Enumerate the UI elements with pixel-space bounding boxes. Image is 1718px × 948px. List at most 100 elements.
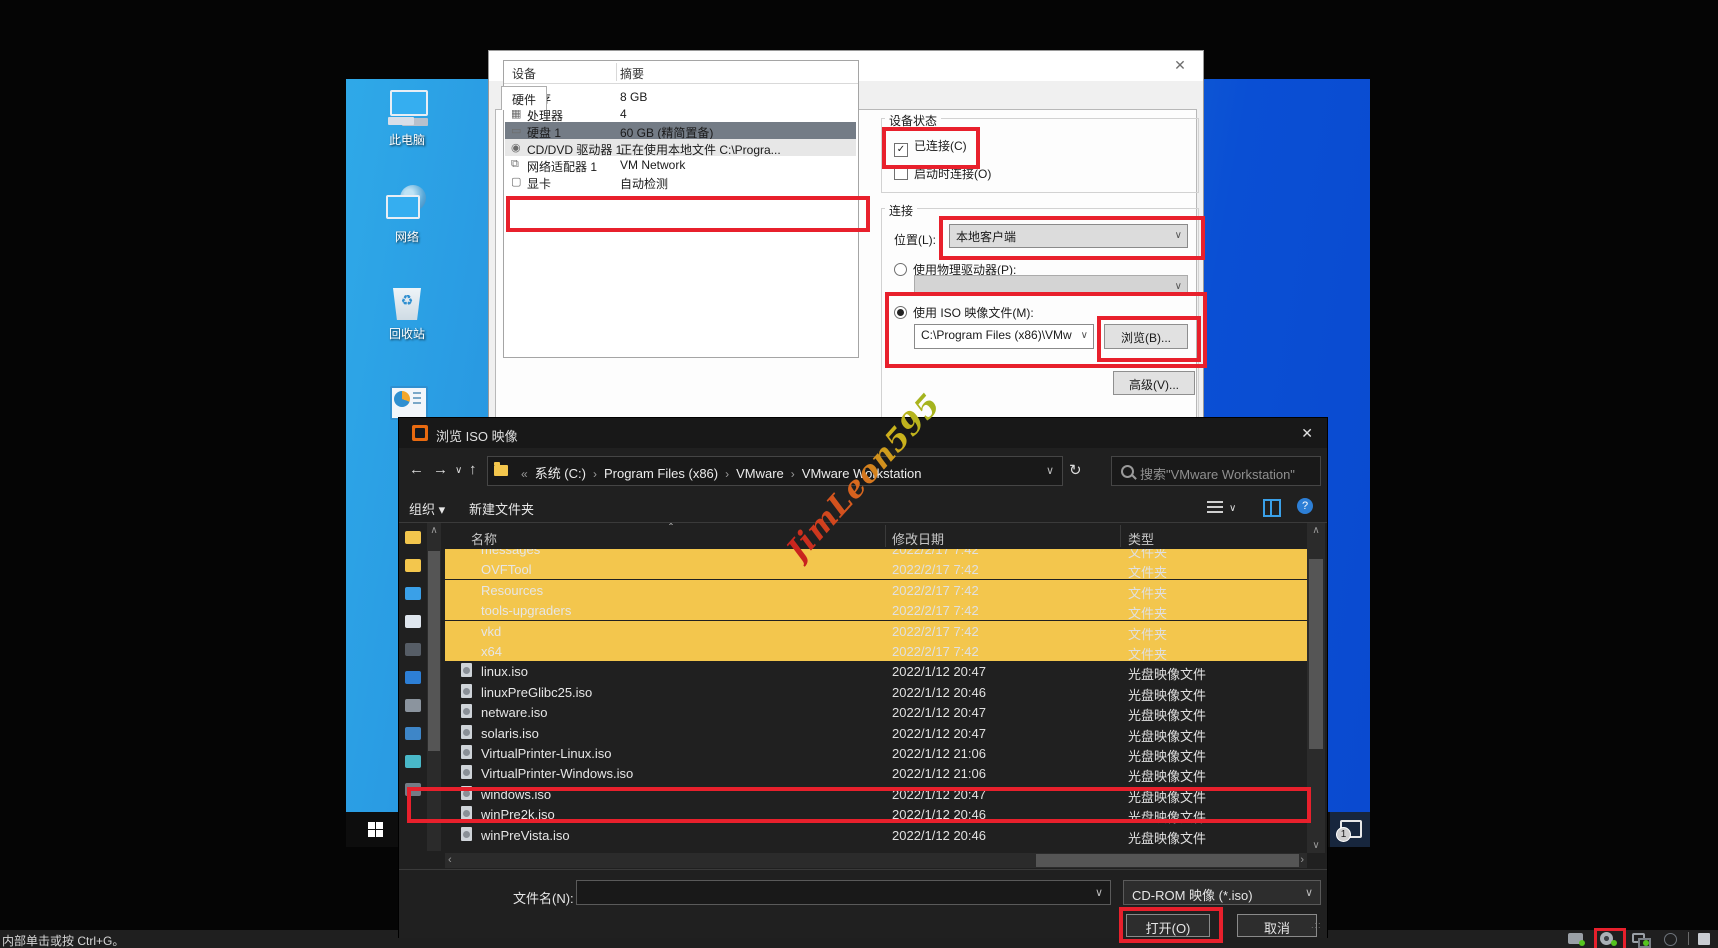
tree-item-icon[interactable] — [405, 587, 421, 600]
tree-scrollbar[interactable]: ∧ — [427, 523, 441, 851]
file-row[interactable]: tools-upgraders 2022/2/17 7:42 文件夹 — [445, 600, 1307, 620]
device-row[interactable]: ▢ 显卡 自动检测 — [505, 173, 856, 190]
iso-image-radio[interactable]: 使用 ISO 映像文件(M): — [894, 304, 1034, 321]
file-row[interactable]: windows.iso 2022/1/12 20:47 光盘映像文件 — [445, 784, 1307, 804]
start-button[interactable] — [354, 812, 398, 847]
breadcrumb-item[interactable]: VMware Workstation — [802, 466, 922, 481]
scroll-right-icon[interactable]: › — [1300, 854, 1304, 866]
forward-icon[interactable]: → — [433, 461, 448, 478]
scroll-down-icon[interactable]: ∨ — [1307, 840, 1325, 851]
browse-button[interactable]: 浏览(B)... — [1104, 324, 1188, 349]
tree-item-icon[interactable] — [405, 699, 421, 712]
message-log-icon[interactable] — [1696, 932, 1716, 945]
breadcrumb-item[interactable]: VMware — [736, 466, 784, 481]
up-icon[interactable]: ↑ — [469, 461, 477, 478]
refresh-icon[interactable]: ↻ — [1069, 461, 1082, 479]
breadcrumb-item[interactable]: 系统 (C:) — [535, 466, 586, 481]
scroll-left-icon[interactable]: ‹ — [448, 854, 452, 866]
file-row[interactable]: solaris.iso 2022/1/12 20:47 光盘映像文件 — [445, 723, 1307, 743]
desktop-icon-recycle-bin[interactable]: ♻ 回收站 — [371, 282, 443, 342]
address-bar[interactable]: «系统 (C:)›Program Files (x86)›VMware›VMwa… — [487, 456, 1063, 486]
desktop-icon-network[interactable]: 网络 — [371, 185, 443, 245]
location-dropdown[interactable]: 本地客户端 ∨ — [949, 224, 1188, 248]
device-row[interactable]: ▭ 硬盘 1 60 GB (精简置备) — [505, 122, 856, 139]
breadcrumb-item[interactable]: Program Files (x86) — [604, 466, 718, 481]
device-summary: 8 GB — [620, 90, 647, 104]
file-row[interactable]: winPre2k.iso 2022/1/12 20:46 光盘映像文件 — [445, 804, 1307, 824]
back-icon[interactable]: ← — [409, 461, 424, 478]
column-date[interactable]: 修改日期 — [892, 529, 944, 548]
device-row[interactable]: ▦ 处理器 4 — [505, 105, 856, 122]
desktop-icon-label: 回收站 — [371, 325, 443, 342]
browse-titlebar: 浏览 ISO 映像 ✕ — [399, 418, 1327, 448]
file-name: linuxPreGlibc25.iso — [481, 685, 592, 700]
tree-item-icon[interactable] — [405, 531, 421, 544]
resize-grip[interactable]: .:: — [1311, 920, 1321, 930]
tree-item-icon[interactable] — [405, 755, 421, 768]
action-center-button[interactable]: 1 — [1330, 812, 1370, 847]
preview-pane-icon[interactable] — [1263, 499, 1281, 517]
tree-item-icon[interactable] — [405, 643, 421, 656]
cd-rom-icon[interactable] — [1598, 932, 1618, 945]
address-chevron-icon[interactable]: ∨ — [1046, 464, 1054, 477]
tree-item-icon[interactable] — [405, 671, 421, 684]
folder-icon — [494, 465, 508, 476]
file-type-icon — [461, 806, 472, 820]
network-adapter-icon[interactable] — [1630, 932, 1650, 945]
device-row[interactable]: ◉ CD/DVD 驱动器 1 正在使用本地文件 C:\Progra... — [505, 139, 856, 156]
col-summary[interactable]: 摘要 — [620, 65, 644, 82]
scroll-up-icon[interactable]: ∧ — [427, 525, 441, 536]
view-mode-icon[interactable] — [1207, 501, 1223, 513]
cancel-button[interactable]: 取消 — [1237, 914, 1317, 937]
file-name: messages — [481, 549, 540, 557]
horizontal-scrollbar[interactable]: ‹ › — [445, 853, 1307, 868]
tree-item-icon[interactable] — [405, 727, 421, 740]
recent-chevron-icon[interactable]: ∨ — [455, 465, 462, 476]
tree-item-icon[interactable] — [405, 559, 421, 572]
device-row[interactable]: ⧉ 网络适配器 1 VM Network — [505, 156, 856, 173]
advanced-button[interactable]: 高级(V)... — [1113, 371, 1195, 395]
command-toolbar: 组织 ▾ 新建文件夹 ∨ ? — [399, 494, 1327, 522]
open-button[interactable]: 打开(O) — [1126, 914, 1210, 937]
file-row[interactable]: winPreVista.iso 2022/1/12 20:46 光盘映像文件 — [445, 825, 1307, 845]
file-row[interactable]: OVFTool 2022/2/17 7:42 文件夹 — [445, 559, 1307, 579]
bluetooth-icon[interactable] — [1662, 932, 1682, 945]
tree-item-icon[interactable] — [405, 615, 421, 628]
scroll-up-icon[interactable]: ∧ — [1307, 525, 1325, 536]
column-name[interactable]: 名称 — [471, 529, 497, 548]
new-folder-button[interactable]: 新建文件夹 — [469, 499, 534, 518]
tree-item-icon[interactable] — [405, 783, 421, 796]
breadcrumb-prefix[interactable]: « — [514, 467, 535, 481]
organize-menu[interactable]: 组织 ▾ — [409, 499, 445, 518]
desktop-icon-this-pc[interactable]: 此电脑 — [371, 88, 443, 148]
connect-on-power-checkbox[interactable]: 启动时连接(O) — [894, 165, 991, 182]
file-row[interactable]: linuxPreGlibc25.iso 2022/1/12 20:46 光盘映像… — [445, 682, 1307, 702]
view-chevron-icon[interactable]: ∨ — [1229, 503, 1236, 514]
file-row[interactable]: VirtualPrinter-Linux.iso 2022/1/12 21:06… — [445, 743, 1307, 763]
file-row[interactable]: netware.iso 2022/1/12 20:47 光盘映像文件 — [445, 702, 1307, 722]
iso-path-dropdown[interactable]: C:\Program Files (x86)\VMw ∨ — [914, 324, 1094, 349]
connect-on-power-label: 启动时连接(O) — [914, 167, 991, 181]
help-icon[interactable]: ? — [1297, 498, 1313, 514]
file-row[interactable]: vkd 2022/2/17 7:42 文件夹 — [445, 621, 1307, 641]
filename-label: 文件名(N): — [513, 888, 574, 907]
filename-input[interactable]: ∨ — [576, 880, 1111, 905]
col-device[interactable]: 设备 — [512, 65, 536, 82]
file-row[interactable]: Resources 2022/2/17 7:42 文件夹 — [445, 580, 1307, 600]
file-row[interactable]: linux.iso 2022/1/12 20:47 光盘映像文件 — [445, 661, 1307, 681]
hard-disk-icon[interactable] — [1566, 932, 1586, 945]
file-row[interactable]: VirtualPrinter-Windows.iso 2022/1/12 21:… — [445, 763, 1307, 783]
file-type-dropdown[interactable]: CD-ROM 映像 (*.iso) ∨ — [1123, 880, 1321, 905]
search-box[interactable]: 搜索"VMware Workstation" — [1111, 456, 1321, 486]
tab-hardware[interactable]: 硬件 — [501, 86, 547, 110]
file-type: 文件夹 — [1128, 603, 1167, 622]
connected-checkbox[interactable]: ✓已连接(C) — [894, 137, 967, 157]
column-type[interactable]: 类型 — [1128, 529, 1154, 548]
device-row[interactable]: ▤ 内存 8 GB — [505, 88, 856, 105]
file-row[interactable]: messages 2022/2/17 7:42 文件夹 — [445, 549, 1307, 559]
settings-close-button[interactable]: ✕ — [1169, 57, 1191, 74]
file-date: 2022/1/12 21:06 — [892, 766, 986, 781]
list-scrollbar[interactable]: ∧ ∨ — [1307, 523, 1325, 853]
file-row[interactable]: x64 2022/2/17 7:42 文件夹 — [445, 641, 1307, 661]
browse-close-button[interactable]: ✕ — [1301, 425, 1313, 442]
